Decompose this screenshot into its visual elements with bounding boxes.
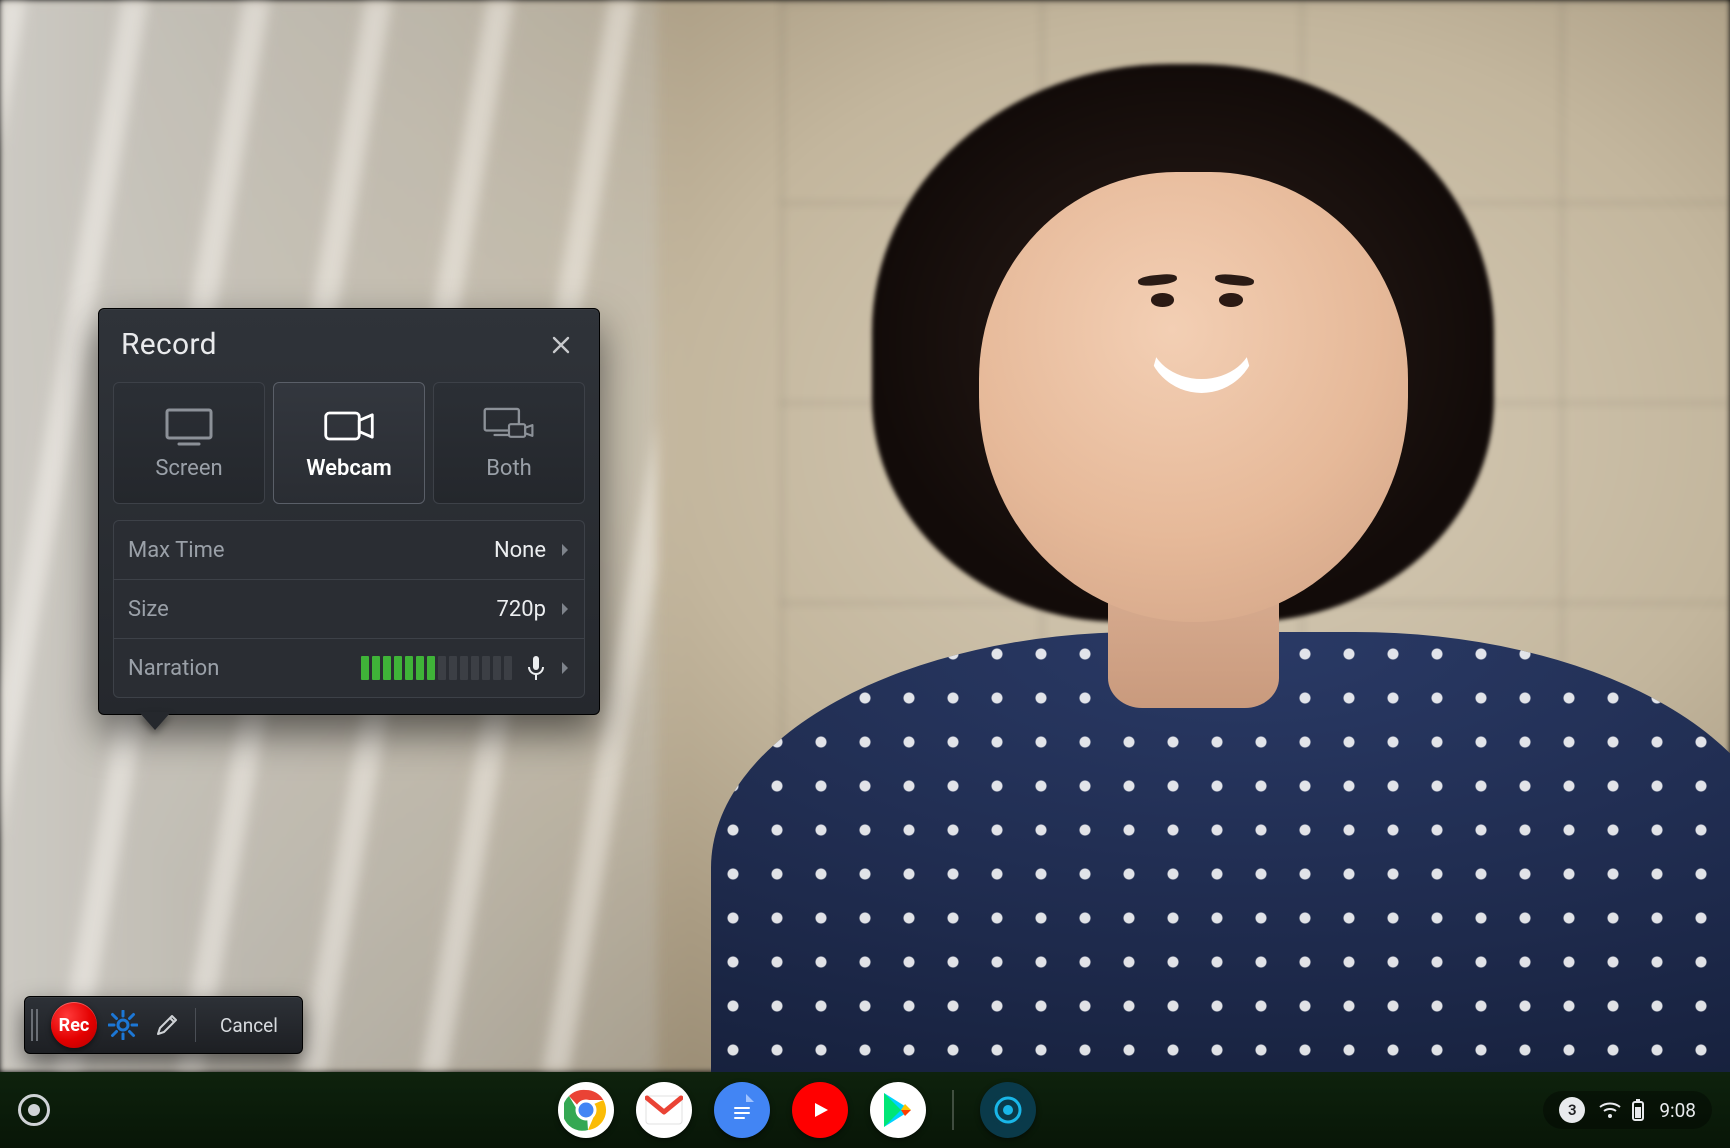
record-button-label: Rec: [59, 1015, 90, 1036]
draw-button[interactable]: [149, 1005, 185, 1045]
vu-bar: [471, 656, 479, 680]
app-gmail[interactable]: [636, 1082, 692, 1138]
notification-badge: 3: [1559, 1097, 1585, 1123]
vu-bar: [405, 656, 413, 680]
cancel-button-label: Cancel: [220, 1014, 278, 1037]
vu-bar: [361, 656, 369, 680]
play-store-icon: [881, 1091, 915, 1129]
vu-bar: [460, 656, 468, 680]
microphone-icon: [526, 655, 546, 681]
both-icon: [482, 406, 536, 446]
shelf-apps: [558, 1082, 1036, 1138]
app-play-store[interactable]: [870, 1082, 926, 1138]
gear-icon: [108, 1010, 138, 1040]
vu-bar: [482, 656, 490, 680]
record-mode-row: Screen Webcam Both: [99, 376, 599, 520]
status-tray[interactable]: 3 9:08: [1543, 1091, 1712, 1129]
record-panel-title: Record: [121, 327, 217, 362]
mode-webcam-label: Webcam: [306, 456, 392, 481]
vu-bar: [416, 656, 424, 680]
setting-max-time-label: Max Time: [128, 538, 225, 563]
vu-bar: [372, 656, 380, 680]
setting-narration[interactable]: Narration: [113, 638, 585, 698]
vu-bar: [394, 656, 402, 680]
webcam-icon: [322, 406, 376, 446]
pencil-icon: [154, 1012, 180, 1038]
mode-both-button[interactable]: Both: [433, 382, 585, 504]
docs-icon: [728, 1092, 756, 1128]
mode-screen-label: Screen: [155, 456, 222, 481]
wifi-icon: [1599, 1101, 1621, 1119]
setting-size[interactable]: Size 720p: [113, 579, 585, 638]
vu-bar: [427, 656, 435, 680]
app-docs[interactable]: [714, 1082, 770, 1138]
record-button[interactable]: Rec: [51, 1002, 97, 1048]
vu-bar: [504, 656, 512, 680]
toolbar-divider: [195, 1008, 196, 1042]
setting-max-time[interactable]: Max Time None: [113, 520, 585, 579]
setting-size-value: 720p: [497, 597, 546, 622]
setting-size-label: Size: [128, 597, 169, 622]
mode-webcam-button[interactable]: Webcam: [273, 382, 425, 504]
drag-handle[interactable]: [29, 1007, 43, 1043]
vu-bar: [438, 656, 446, 680]
chevron-right-icon: [560, 542, 570, 558]
panel-pointer: [139, 712, 171, 730]
person-illustration: [657, 43, 1730, 1072]
app-chrome[interactable]: [558, 1082, 614, 1138]
grip-icon: [31, 1009, 41, 1041]
gmail-icon: [645, 1095, 683, 1125]
record-settings-list: Max Time None Size 720p Narration: [99, 520, 599, 714]
launcher-button[interactable]: [18, 1094, 50, 1126]
record-panel: Record Screen Webcam: [98, 308, 600, 715]
setting-narration-label: Narration: [128, 656, 219, 681]
chevron-right-icon: [560, 660, 570, 676]
battery-icon: [1631, 1099, 1645, 1121]
vu-bar: [449, 656, 457, 680]
chevron-right-icon: [560, 601, 570, 617]
chrome-icon: [564, 1088, 608, 1132]
clock: 9:08: [1659, 1099, 1696, 1122]
settings-button[interactable]: [105, 1005, 141, 1045]
app-youtube[interactable]: [792, 1082, 848, 1138]
app-screencast[interactable]: [980, 1082, 1036, 1138]
setting-max-time-value: None: [494, 538, 546, 563]
mode-screen-button[interactable]: Screen: [113, 382, 265, 504]
shelf-divider: [952, 1090, 954, 1130]
vu-meter: [361, 656, 512, 680]
close-icon: [551, 335, 571, 355]
os-shelf: 3 9:08: [0, 1072, 1730, 1148]
screencast-icon: [988, 1090, 1028, 1130]
mode-both-label: Both: [486, 456, 532, 481]
vu-bar: [493, 656, 501, 680]
youtube-icon: [800, 1095, 840, 1125]
screen-icon: [162, 406, 216, 446]
cancel-button[interactable]: Cancel: [206, 1005, 292, 1045]
close-button[interactable]: [545, 329, 577, 361]
recorder-toolbar: Rec Cancel: [24, 996, 303, 1054]
vu-bar: [383, 656, 391, 680]
